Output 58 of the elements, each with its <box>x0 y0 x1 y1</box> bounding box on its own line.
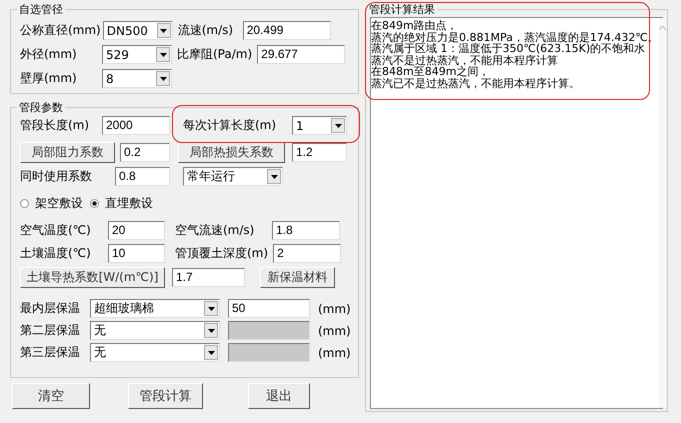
button[interactable]: 局部阻力系数 <box>20 142 115 163</box>
field-label: 空气温度(℃) <box>20 222 92 239</box>
input-field[interactable]: 2000 <box>102 116 170 135</box>
dropdown[interactable]: DN500 <box>102 21 173 40</box>
field-label: 同时使用系数 <box>20 168 93 185</box>
unit-label: (mm) <box>318 346 351 360</box>
unit-label: (mm) <box>318 324 351 338</box>
dropdown[interactable]: 529 <box>102 45 172 64</box>
field-label: 比摩阻(Pa/m) <box>177 46 252 63</box>
field-label: 管段长度(m) <box>20 117 90 134</box>
scrollbar[interactable] <box>658 18 666 408</box>
input-field[interactable]: 0.2 <box>120 143 170 162</box>
input-field[interactable]: 10 <box>108 244 165 263</box>
dropdown[interactable]: 无 <box>90 343 220 362</box>
button[interactable]: 管段计算 <box>128 383 203 409</box>
button[interactable]: 退出 <box>248 383 310 409</box>
button[interactable]: 新保温材料 <box>260 267 335 288</box>
radio-button[interactable] <box>90 199 99 208</box>
field-label: 第二层保温 <box>20 322 81 339</box>
input-field[interactable]: 0.8 <box>115 167 170 186</box>
field-label: 管顶覆土深度(m) <box>175 245 268 262</box>
input-field[interactable]: 1.7 <box>172 268 245 287</box>
result-line: 蒸汽属于区域 1：温度低于350℃(623.15K)的不饱和水 <box>371 43 646 54</box>
dropdown[interactable]: 8 <box>102 69 172 88</box>
result-line: 在849m路由点， <box>371 20 459 32</box>
button[interactable]: 土壤导热系数[W/(m℃)] <box>20 267 165 288</box>
input-field[interactable]: 50 <box>228 299 310 318</box>
field-label: 壁厚(mm) <box>20 70 78 87</box>
input-field[interactable]: 20 <box>108 221 165 240</box>
input-field[interactable]: 20.499 <box>242 21 331 40</box>
dropdown[interactable]: 超细玻璃棉 <box>90 299 220 318</box>
button[interactable]: 局部热损失系数 <box>178 142 285 163</box>
input-field[interactable]: 1.8 <box>272 221 340 240</box>
group-title: 自选管径 <box>18 2 64 17</box>
field-label: 最内层保温 <box>20 300 81 317</box>
result-line: 在848m至849m之间， <box>371 66 490 78</box>
field-label: 第三层保温 <box>20 344 81 361</box>
result-line: 蒸汽不是过热蒸汽，不能用本程序计算 <box>371 54 559 66</box>
field-label: 每次计算长度(m) <box>183 117 278 134</box>
radio-button[interactable] <box>20 199 29 208</box>
field-label: 土壤温度(℃) <box>20 245 92 262</box>
input-field[interactable]: 1.2 <box>292 143 347 162</box>
field-label: 流速(m/s) <box>178 22 234 39</box>
input-field[interactable]: 29.677 <box>257 45 346 64</box>
dropdown[interactable]: 无 <box>90 321 220 340</box>
unit-label: (mm) <box>318 302 351 316</box>
group-title: 管段计算结果 <box>368 2 436 17</box>
field-label: 公称直径(mm) <box>20 22 101 39</box>
field-label: 空气流速(m/s) <box>175 222 256 239</box>
result-line: 蒸汽已不是过热蒸汽，不能用本程序计算。 <box>371 78 581 89</box>
dropdown[interactable]: 1 <box>292 116 347 135</box>
radio-label: 直埋敷设 <box>105 195 153 212</box>
dropdown[interactable]: 常年运行 <box>183 167 283 186</box>
radio-label: 架空敷设 <box>35 195 83 212</box>
button[interactable]: 清空 <box>12 383 90 409</box>
group-title: 管段参数 <box>18 100 64 115</box>
field-label: 外径(mm) <box>20 46 78 63</box>
input-field[interactable]: 2 <box>273 244 342 263</box>
